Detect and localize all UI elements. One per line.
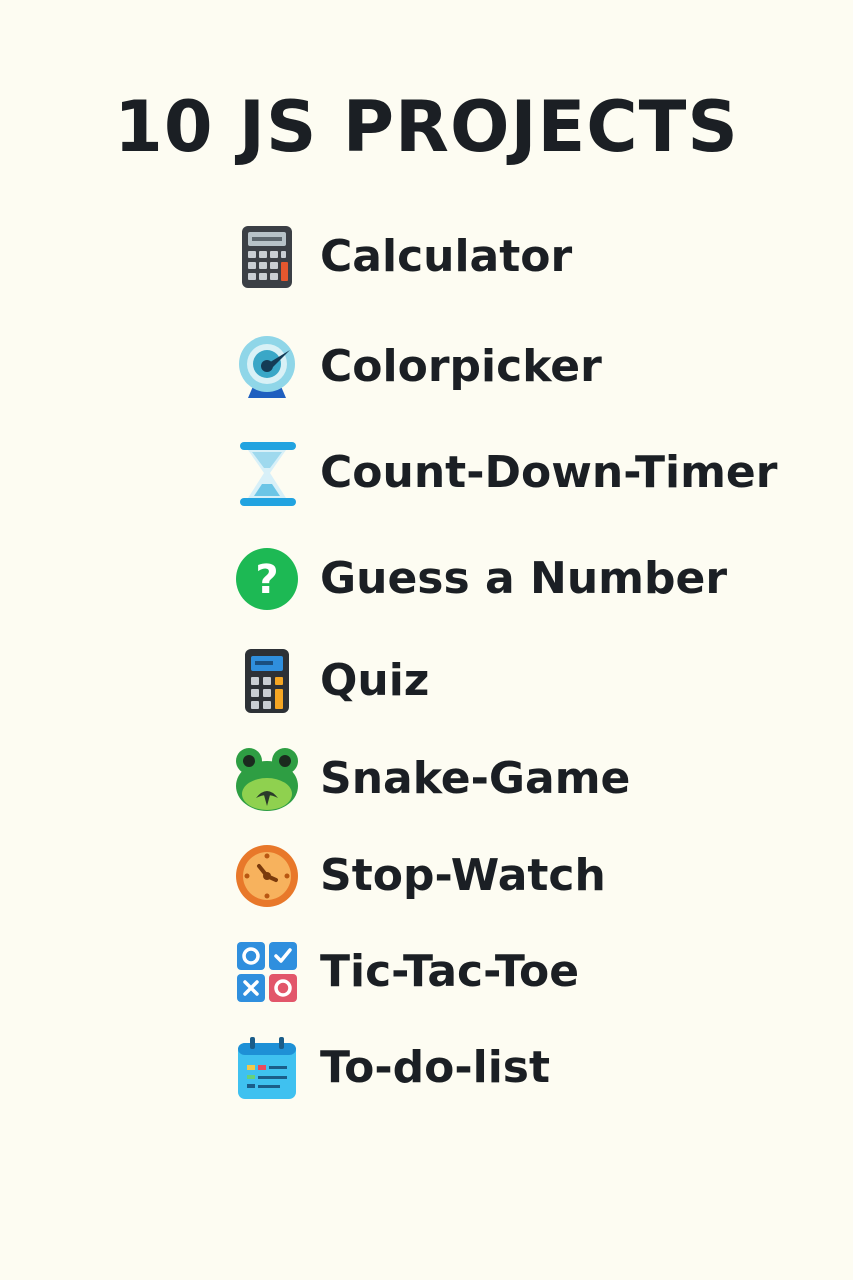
project-label: To-do-list [320,1042,551,1093]
project-item-guess-a-number: ? Guess a Number [234,544,727,614]
gauge-icon [239,336,295,398]
tic-tac-toe-icon [237,942,297,1002]
calendar-list-icon [238,1037,296,1099]
page-title: 10 JS PROJECTS [114,86,739,168]
project-item-colorpicker: Colorpicker [234,332,602,402]
frog-face-icon [236,748,298,811]
project-item-stop-watch: Stop-Watch [234,841,606,911]
project-item-quiz: Quiz [234,646,429,716]
project-label: Stop-Watch [320,850,606,901]
project-label: Guess a Number [320,553,728,604]
project-label: Quiz [320,655,430,706]
project-item-calculator: Calculator [234,222,572,292]
project-item-to-do-list: To-do-list [234,1033,550,1103]
project-item-snake-game: Snake-Game [234,744,630,814]
project-item-count-down-timer: Count-Down-Timer [234,438,777,508]
calculator-icon [245,649,289,713]
project-label: Tic-Tac-Toe [320,946,580,997]
project-item-tic-tac-toe: Tic-Tac-Toe [234,937,579,1007]
project-label: Count-Down-Timer [320,447,778,498]
stopwatch-icon [236,845,298,907]
svg-text:?: ? [255,557,278,603]
question-mark-icon: ? [236,548,298,610]
calculator-icon [242,226,292,288]
project-label: Colorpicker [320,341,602,392]
hourglass-icon [240,442,296,506]
project-label: Snake-Game [320,753,631,804]
project-label: Calculator [320,231,573,282]
